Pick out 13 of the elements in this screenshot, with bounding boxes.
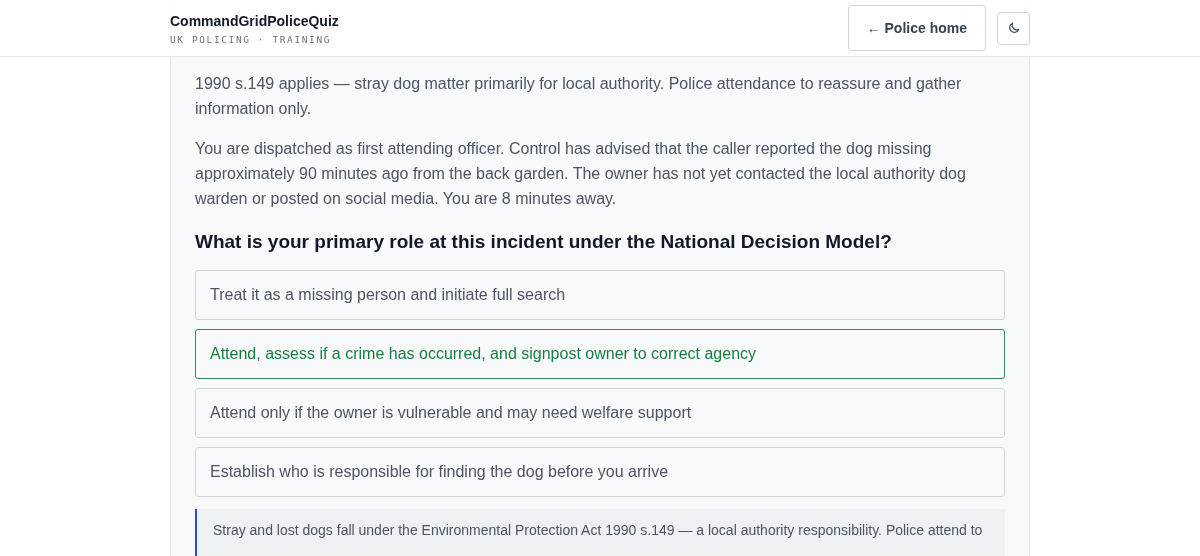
feedback-text: Stray and lost dogs fall under the Environmental Protection Act 1990 s.149 — a local authority responsibility. Police attend to <box>195 509 1005 556</box>
answer-option[interactable]: Establish who is responsible for finding the dog before you arrive <box>195 447 1005 497</box>
site-title: CommandGridPoliceQuiz <box>170 13 339 29</box>
scenario-paragraph: You are dispatched as first attending officer. Control has advised that the caller reported the dog missing approximately 90 minutes ago from the back garden. The owner has not yet contacted the local authority dog warden or posted on social media. You are 8 minutes away. <box>195 139 967 209</box>
answer-option[interactable]: Treat it as a missing person and initiate full search <box>195 270 1005 320</box>
theme-toggle-button[interactable] <box>997 11 1030 45</box>
question-text: What is your primary role at this incident under the National Decision Model? <box>195 230 893 254</box>
site-subtitle: UK POLICING · TRAINING <box>170 34 333 45</box>
scenario-paragraph: 1990 s.149 applies — stray dog matter primarily for local authority. Police attendance to reassure and gather information only. <box>195 74 963 119</box>
answer-option[interactable]: Attend only if the owner is vulnerable and may need welfare support <box>195 388 1005 438</box>
answer-option[interactable]: Attend, assess if a crime has occurred, and signpost owner to correct agency <box>195 329 1005 379</box>
police-home-button[interactable]: ← Police home <box>847 5 986 51</box>
moon-icon <box>1006 21 1021 35</box>
